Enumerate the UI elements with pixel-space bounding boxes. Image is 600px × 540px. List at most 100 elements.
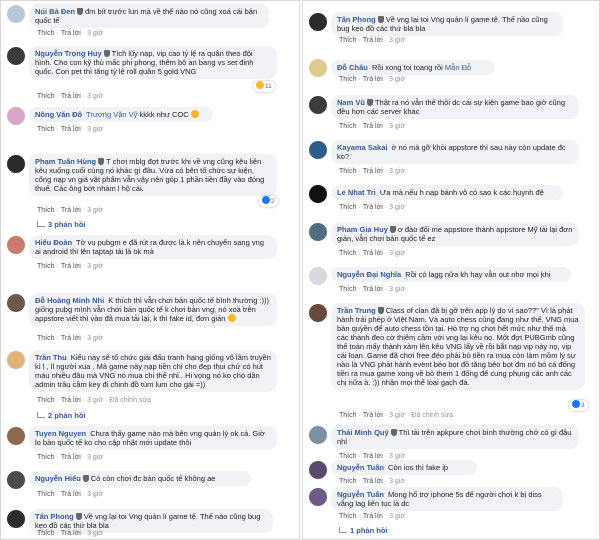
reply-link[interactable]: Trả lời [61,335,81,342]
reply-link[interactable]: Trả lời [363,453,383,460]
reply-link[interactable]: Trả lời [61,530,81,537]
reply-link[interactable]: Trả lời [363,286,383,293]
like-link[interactable]: Thích [339,76,357,83]
reply-link[interactable]: Trả lời [363,37,383,44]
comment-author[interactable]: Trần Thu [35,353,67,362]
mention-link[interactable]: Trương Văn Vỹ [86,110,137,119]
view-replies-link[interactable]: 2 phản hồi [37,411,86,420]
like-link[interactable]: Thích [37,491,55,498]
like-link[interactable]: Thích [37,530,55,537]
comment-author[interactable]: Hiếu Đoàn [35,238,72,247]
like-link[interactable]: Thích [339,286,357,293]
comment-time[interactable]: 3 giờ [389,76,405,83]
avatar[interactable] [7,427,25,445]
comment-author[interactable]: Tấn Phong [35,512,74,521]
avatar[interactable] [7,236,25,254]
avatar[interactable] [309,461,327,479]
reply-link[interactable]: Trả lời [363,412,383,419]
avatar[interactable] [309,304,327,322]
like-link[interactable]: Thích [37,335,55,342]
comment-author[interactable]: Trần Trung [337,306,376,315]
like-link[interactable]: Thích [339,412,357,419]
comment-author[interactable]: Le Nhat Tri [337,188,376,197]
like-link[interactable]: Thích [37,454,55,461]
reply-link[interactable]: Trả lời [61,93,81,100]
edited-label[interactable]: Đã chỉnh sửa [411,412,453,419]
comment-time[interactable]: 3 giờ [389,286,405,293]
reaction-count[interactable]: 11 [253,81,275,92]
reply-link[interactable]: Trả lời [61,397,81,404]
reply-link[interactable]: Trả lời [363,513,383,520]
avatar[interactable] [309,267,327,285]
comment-time[interactable]: 3 giờ [389,513,405,520]
comment-time[interactable]: 3 giờ [87,30,103,37]
comment-time[interactable]: 3 giờ [87,335,103,342]
avatar[interactable] [309,426,327,444]
view-replies-link[interactable]: 1 phản hồi [339,526,388,535]
avatar[interactable] [309,96,327,114]
reaction-count[interactable]: 3 [569,400,588,411]
like-link[interactable]: Thích [37,397,55,404]
comment-time[interactable]: 3 giờ [389,250,405,257]
reply-link[interactable]: Trả lời [363,76,383,83]
reply-link[interactable]: Trả lời [363,123,383,130]
avatar[interactable] [309,59,327,77]
comment-author[interactable]: Kayama Sakai [337,143,387,152]
avatar[interactable] [7,155,25,173]
reply-link[interactable]: Trả lời [61,126,81,133]
comment-time[interactable]: 3 giờ [389,412,405,419]
comment-time[interactable]: 3 giờ [87,491,103,498]
comment-time[interactable]: 3 giờ [87,207,103,214]
comment-time[interactable]: 3 giờ [389,453,405,460]
comment-author[interactable]: Nguyễn Tuấn [337,463,384,472]
comment-time[interactable]: 3 giờ [389,123,405,130]
comment-author[interactable]: Đỗ Châu [337,63,368,72]
like-link[interactable]: Thích [37,207,55,214]
comment-author[interactable]: Nguyễn Đại Nghĩa [337,270,401,279]
avatar[interactable] [309,13,327,31]
comment-time[interactable]: 3 giờ [87,263,103,270]
avatar[interactable] [7,471,25,489]
avatar[interactable] [7,5,25,23]
comment-author[interactable]: Nam Vũ [337,98,365,107]
comment-time[interactable]: 3 giờ [87,93,103,100]
reply-link[interactable]: Trả lời [61,30,81,37]
comment-author[interactable]: Pham Gia Huy [337,225,388,234]
like-link[interactable]: Thích [339,478,357,485]
reply-link[interactable]: Trả lời [61,207,81,214]
reply-link[interactable]: Trả lời [61,491,81,498]
avatar[interactable] [309,185,327,203]
comment-author[interactable]: Tuyen Nguyen [35,429,86,438]
comment-author[interactable]: Nguyễn Tuấn [337,490,384,499]
avatar[interactable] [7,47,25,65]
avatar[interactable] [309,488,327,506]
comment-author[interactable]: Đỗ Hoàng Minh Nhi [35,296,104,305]
comment-author[interactable]: Thái Minh Quý [337,428,389,437]
reply-link[interactable]: Trả lời [61,454,81,461]
like-link[interactable]: Thích [339,168,357,175]
like-link[interactable]: Thích [339,204,357,211]
like-link[interactable]: Thích [37,30,55,37]
view-replies-link[interactable]: 3 phản hồi [37,220,86,229]
like-link[interactable]: Thích [37,126,55,133]
avatar[interactable] [309,223,327,241]
like-link[interactable]: Thích [339,513,357,520]
reply-link[interactable]: Trả lời [363,250,383,257]
like-link[interactable]: Thích [339,123,357,130]
comment-author[interactable]: Núi Bà Đen [35,7,75,16]
reply-link[interactable]: Trả lời [363,478,383,485]
like-link[interactable]: Thích [339,250,357,257]
avatar[interactable] [7,351,25,369]
like-link[interactable]: Thích [37,263,55,270]
like-link[interactable]: Thích [339,37,357,44]
comment-time[interactable]: 3 giờ [87,397,103,404]
avatar[interactable] [7,294,25,312]
comment-author[interactable]: Tấn Phong [337,15,376,24]
avatar[interactable] [7,510,25,528]
mention-link[interactable]: Mẫn Đỗ [445,63,471,72]
like-link[interactable]: Thích [37,93,55,100]
comment-time[interactable]: 3 giờ [389,204,405,211]
reaction-count[interactable]: 2 [259,196,278,207]
comment-time[interactable]: 3 giờ [389,37,405,44]
comment-time[interactable]: 3 giờ [87,126,103,133]
